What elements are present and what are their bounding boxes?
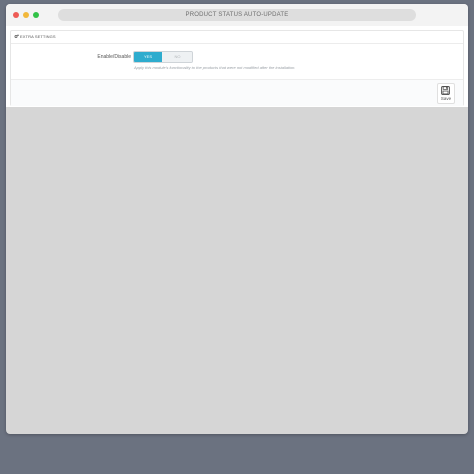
panel-heading: EXTRA SETTINGS (11, 31, 463, 44)
title-bar: PRODUCT STATUS AUTO-UPDATE (6, 4, 468, 27)
settings-panel: EXTRA SETTINGS Enable/Disable YES NO App… (10, 30, 464, 106)
panel-footer: Save (11, 79, 463, 106)
save-button[interactable]: Save (437, 83, 455, 104)
minimize-window-button[interactable] (23, 12, 29, 18)
switch-option-yes[interactable]: YES (134, 52, 162, 62)
switch-option-no[interactable]: NO (163, 52, 192, 62)
window-title: PRODUCT STATUS AUTO-UPDATE (58, 9, 416, 21)
enable-disable-label: Enable/Disable (97, 54, 131, 60)
help-text: Apply this module's functionality to the… (134, 65, 296, 70)
enable-disable-switch[interactable]: YES NO (133, 51, 193, 63)
page-content: EXTRA SETTINGS Enable/Disable YES NO App… (6, 26, 468, 107)
maximize-window-button[interactable] (33, 12, 39, 18)
cogs-icon (14, 34, 19, 38)
save-icon (441, 86, 450, 95)
browser-window: PRODUCT STATUS AUTO-UPDATE EXTRA SETTING… (6, 4, 468, 434)
panel-heading-title: EXTRA SETTINGS (20, 34, 56, 39)
close-window-button[interactable] (13, 12, 19, 18)
save-button-label: Save (440, 96, 452, 101)
